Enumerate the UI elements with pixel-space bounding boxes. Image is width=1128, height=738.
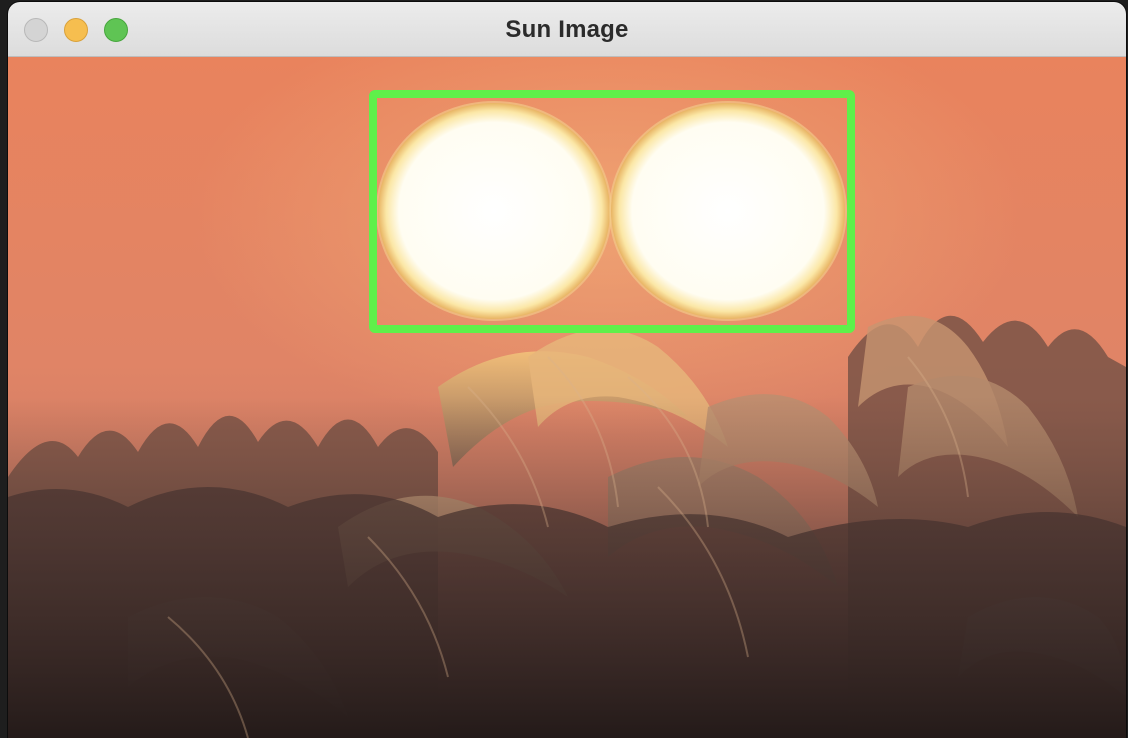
sun-right — [611, 103, 845, 319]
sun-image — [8, 57, 1126, 738]
image-canvas — [8, 57, 1126, 738]
window-title: Sun Image — [505, 16, 629, 43]
sun-left — [378, 103, 610, 319]
title-bar[interactable]: Sun Image — [8, 2, 1126, 57]
app-window: Sun Image — [8, 2, 1126, 738]
